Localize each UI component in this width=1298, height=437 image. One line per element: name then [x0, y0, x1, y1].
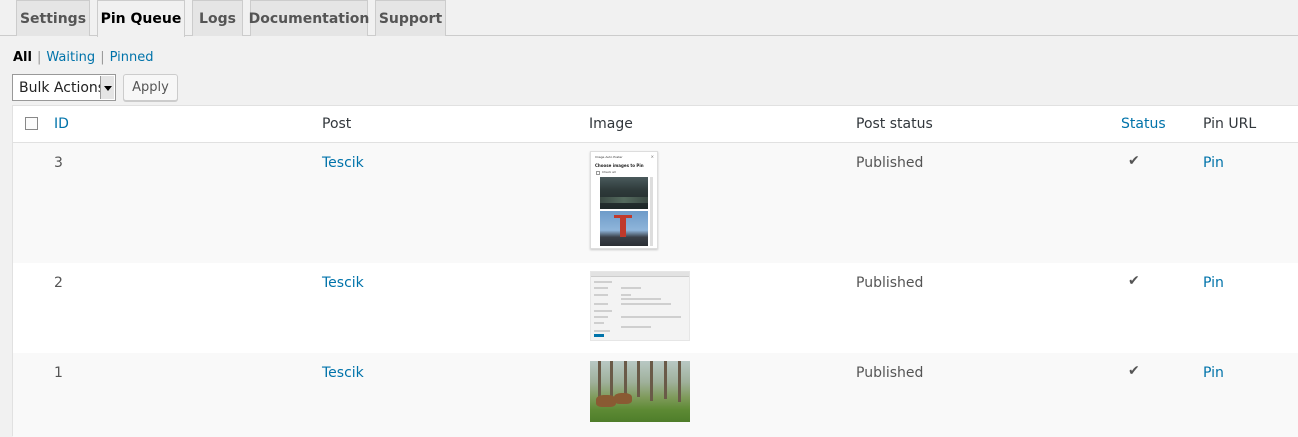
table-header: ID Post Image Post status Status Pin URL	[13, 106, 1298, 143]
bulk-actions-select[interactable]: Bulk Actions	[12, 74, 116, 101]
filter-pinned-link[interactable]: Pinned	[110, 50, 154, 65]
table-row: 1 Tescik Published ✔ Pin	[13, 353, 1298, 437]
thumbnail-line	[594, 322, 604, 324]
pin-url-link[interactable]: Pin	[1203, 155, 1224, 171]
table-row: 3 Tescik Image Auto Poster × Choose imag…	[13, 143, 1298, 263]
column-header-image: Image	[589, 116, 633, 132]
tree-trunk	[637, 361, 640, 397]
tree-trunk	[678, 361, 681, 402]
thumbnail-line	[594, 287, 608, 289]
post-link[interactable]: Tescik	[322, 275, 364, 291]
thumbnail-line	[621, 326, 651, 328]
column-header-pin-url: Pin URL	[1203, 116, 1257, 132]
thumbnail-line	[621, 294, 631, 296]
checkmark-icon: ✔	[1128, 273, 1140, 289]
column-header-post-status: Post status	[856, 116, 933, 132]
select-all-checkbox[interactable]	[25, 117, 38, 130]
pin-queue-table: ID Post Image Post status Status Pin URL…	[12, 105, 1298, 437]
thumbnail-line	[594, 294, 608, 296]
filter-all-link[interactable]: All	[13, 50, 32, 65]
row-id: 3	[54, 155, 63, 171]
pin-url-link[interactable]: Pin	[1203, 365, 1224, 381]
pin-image-thumbnail: Image Auto Poster × Choose images to Pin…	[590, 151, 658, 249]
deer	[614, 393, 632, 404]
thumbnail-tab-bar	[591, 272, 689, 277]
filter-separator: |	[100, 50, 105, 65]
row-id: 2	[54, 275, 63, 291]
post-link[interactable]: Tescik	[322, 155, 364, 171]
dropdown-arrow-icon[interactable]	[100, 76, 114, 99]
tree-trunk	[650, 361, 653, 401]
tab-logs[interactable]: Logs	[192, 0, 243, 36]
column-header-status[interactable]: Status	[1121, 116, 1166, 132]
checkmark-icon: ✔	[1128, 153, 1140, 169]
thumbnail-check-all-label: Check all	[602, 170, 616, 174]
post-status: Published	[856, 365, 924, 381]
thumbnail-photo	[600, 211, 648, 246]
table-row: 2 Tescik Published ✔ Pin	[13, 263, 1298, 353]
tree-trunk	[664, 361, 667, 399]
tab-bar: Settings Pin Queue Logs Documentation Su…	[0, 0, 1298, 37]
apply-button[interactable]: Apply	[123, 74, 178, 101]
thumbnail-button	[594, 334, 604, 337]
thumbnail-dialog-heading: Choose images to Pin	[595, 163, 644, 168]
thumbnail-line	[621, 298, 661, 300]
close-icon: ×	[650, 154, 654, 159]
pin-image-thumbnail	[590, 361, 690, 422]
thumbnail-dialog-title: Image Auto Poster	[595, 155, 623, 159]
column-header-id[interactable]: ID	[54, 116, 69, 132]
filter-separator: |	[36, 50, 42, 65]
checkmark-icon: ✔	[1128, 363, 1140, 379]
pin-image-thumbnail	[590, 271, 690, 341]
tab-documentation[interactable]: Documentation	[249, 0, 369, 36]
thumbnail-scrollbar	[650, 177, 653, 246]
pin-url-link[interactable]: Pin	[1203, 275, 1224, 291]
thumbnail-line	[594, 281, 612, 283]
thumbnail-line	[594, 316, 608, 318]
deer	[596, 395, 616, 407]
column-header-post: Post	[322, 116, 352, 132]
tab-pin-queue[interactable]: Pin Queue	[97, 0, 185, 37]
status-filter-links: All | Waiting | Pinned	[13, 50, 153, 65]
bulk-actions-selected-value: Bulk Actions	[19, 79, 106, 96]
thumbnail-line	[621, 316, 681, 318]
post-status: Published	[856, 275, 924, 291]
tab-settings[interactable]: Settings	[16, 0, 90, 36]
thumbnail-line	[621, 287, 641, 289]
tab-support[interactable]: Support	[375, 0, 446, 36]
tree-trunk	[610, 361, 613, 399]
post-status: Published	[856, 155, 924, 171]
thumbnail-line	[621, 303, 671, 305]
thumbnail-line	[594, 303, 608, 305]
row-id: 1	[54, 365, 63, 381]
thumbnail-photo	[600, 177, 648, 209]
thumbnail-checkbox	[596, 171, 600, 175]
filter-waiting-link[interactable]: Waiting	[46, 50, 95, 65]
thumbnail-line	[594, 330, 610, 332]
post-link[interactable]: Tescik	[322, 365, 364, 381]
thumbnail-line	[594, 310, 612, 312]
